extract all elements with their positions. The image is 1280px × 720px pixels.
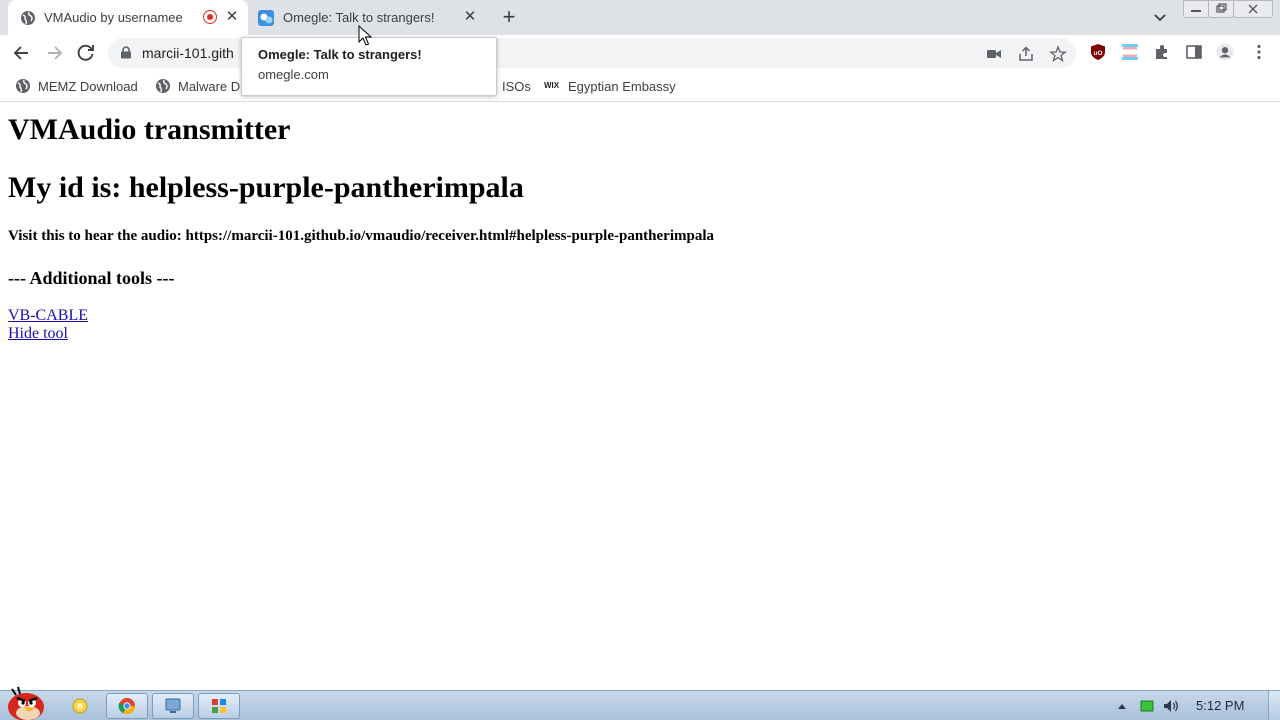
close-tab-icon[interactable]: ✕ (224, 9, 240, 25)
url-text[interactable]: marcii-101.gith (142, 45, 234, 61)
lock-icon[interactable] (120, 46, 132, 59)
close-window-button[interactable] (1233, 0, 1273, 18)
mouse-pointer-icon (358, 25, 372, 46)
minimize-icon (1191, 10, 1201, 12)
bookmarks-bar: MEMZ Download Malware D ISOs WIX Egyptia… (0, 70, 1280, 102)
angry-birds-start-icon[interactable] (2, 685, 50, 720)
tab-vmaudio[interactable]: VMAudio by usernamee ✕ (8, 0, 248, 35)
svg-text:uO: uO (1093, 50, 1102, 57)
hover-card-title: Omegle: Talk to strangers! (258, 47, 422, 62)
page-title: VMAudio transmitter (8, 113, 291, 146)
taskbar-explorer-button[interactable] (59, 693, 101, 719)
close-tab-icon[interactable]: ✕ (462, 9, 478, 25)
forward-arrow-icon[interactable] (41, 40, 67, 66)
share-icon[interactable] (1017, 45, 1035, 63)
explorer-icon (72, 698, 88, 714)
tab-title: VMAudio by usernamee (44, 10, 183, 25)
minimize-button[interactable] (1183, 0, 1209, 18)
hide-tool-link[interactable]: Hide tool (8, 325, 68, 343)
back-arrow-icon[interactable] (9, 40, 35, 66)
bookmark-label: Malware D (178, 78, 241, 94)
taskbar-network-button[interactable] (152, 693, 194, 719)
wix-icon: WIX (544, 81, 560, 90)
extensions-puzzle-icon[interactable] (1153, 43, 1171, 61)
bookmark-label: Egyptian Embassy (568, 78, 676, 94)
tray-expand-icon[interactable] (1116, 701, 1128, 711)
profile-avatar-icon[interactable] (1216, 43, 1234, 61)
bookmark-egyptian-embassy[interactable]: WIX Egyptian Embassy (544, 77, 676, 95)
tab-strip: VMAudio by usernamee ✕ Omegle: Talk to s… (0, 0, 1280, 35)
taskbar-clock[interactable]: 5:12 PM (1196, 698, 1244, 713)
show-desktop-button[interactable] (1268, 691, 1280, 720)
bookmark-star-icon[interactable] (1049, 45, 1067, 63)
camera-in-use-icon[interactable] (985, 45, 1003, 63)
recording-indicator-icon (203, 10, 217, 24)
menu-kebab-icon[interactable] (1250, 43, 1268, 61)
volume-icon[interactable] (1162, 698, 1180, 714)
globe-icon (21, 11, 35, 25)
new-tab-button[interactable]: + (497, 6, 521, 30)
ublock-origin-icon[interactable]: uO (1089, 43, 1107, 61)
hover-card-domain: omegle.com (258, 67, 329, 82)
bookmark-memz-download[interactable]: MEMZ Download (15, 77, 138, 95)
tab-title: Omegle: Talk to strangers! (283, 10, 435, 25)
additional-tools-heading: --- Additional tools --- (8, 268, 175, 288)
vb-cable-link[interactable]: VB-CABLE (8, 307, 88, 325)
bookmark-isos[interactable]: ISOs (502, 77, 531, 95)
bookmark-label: MEMZ Download (38, 78, 138, 94)
paint-app-icon (212, 699, 226, 713)
id-heading: My id is: helpless-purple-pantherimpala (8, 171, 524, 204)
omegle-favicon-icon (258, 10, 274, 26)
network-app-icon (165, 698, 181, 713)
taskbar-paint-button[interactable] (198, 693, 240, 719)
flag-extension-icon[interactable] (1121, 43, 1139, 61)
globe-icon (156, 79, 170, 93)
taskbar: 5:12 PM (0, 686, 1280, 720)
receiver-url-text: Visit this to hear the audio: https://ma… (8, 228, 714, 244)
browser-toolbar: marcii-101.gith uO (0, 35, 1280, 70)
side-panel-icon[interactable] (1185, 43, 1203, 61)
screen: VMAudio by usernamee ✕ Omegle: Talk to s… (0, 0, 1280, 720)
bookmark-malware[interactable]: Malware D (155, 77, 240, 95)
restore-icon (1216, 3, 1227, 13)
chrome-icon (118, 698, 135, 715)
taskbar-chrome-button[interactable] (106, 693, 148, 719)
close-window-icon (1248, 4, 1258, 14)
globe-icon (16, 79, 30, 93)
bookmark-label: ISOs (502, 78, 531, 94)
battery-status-icon[interactable] (1140, 699, 1154, 713)
reload-icon[interactable] (73, 40, 99, 66)
restore-button[interactable] (1208, 0, 1234, 18)
tab-search-chevron-icon[interactable] (1150, 7, 1170, 27)
